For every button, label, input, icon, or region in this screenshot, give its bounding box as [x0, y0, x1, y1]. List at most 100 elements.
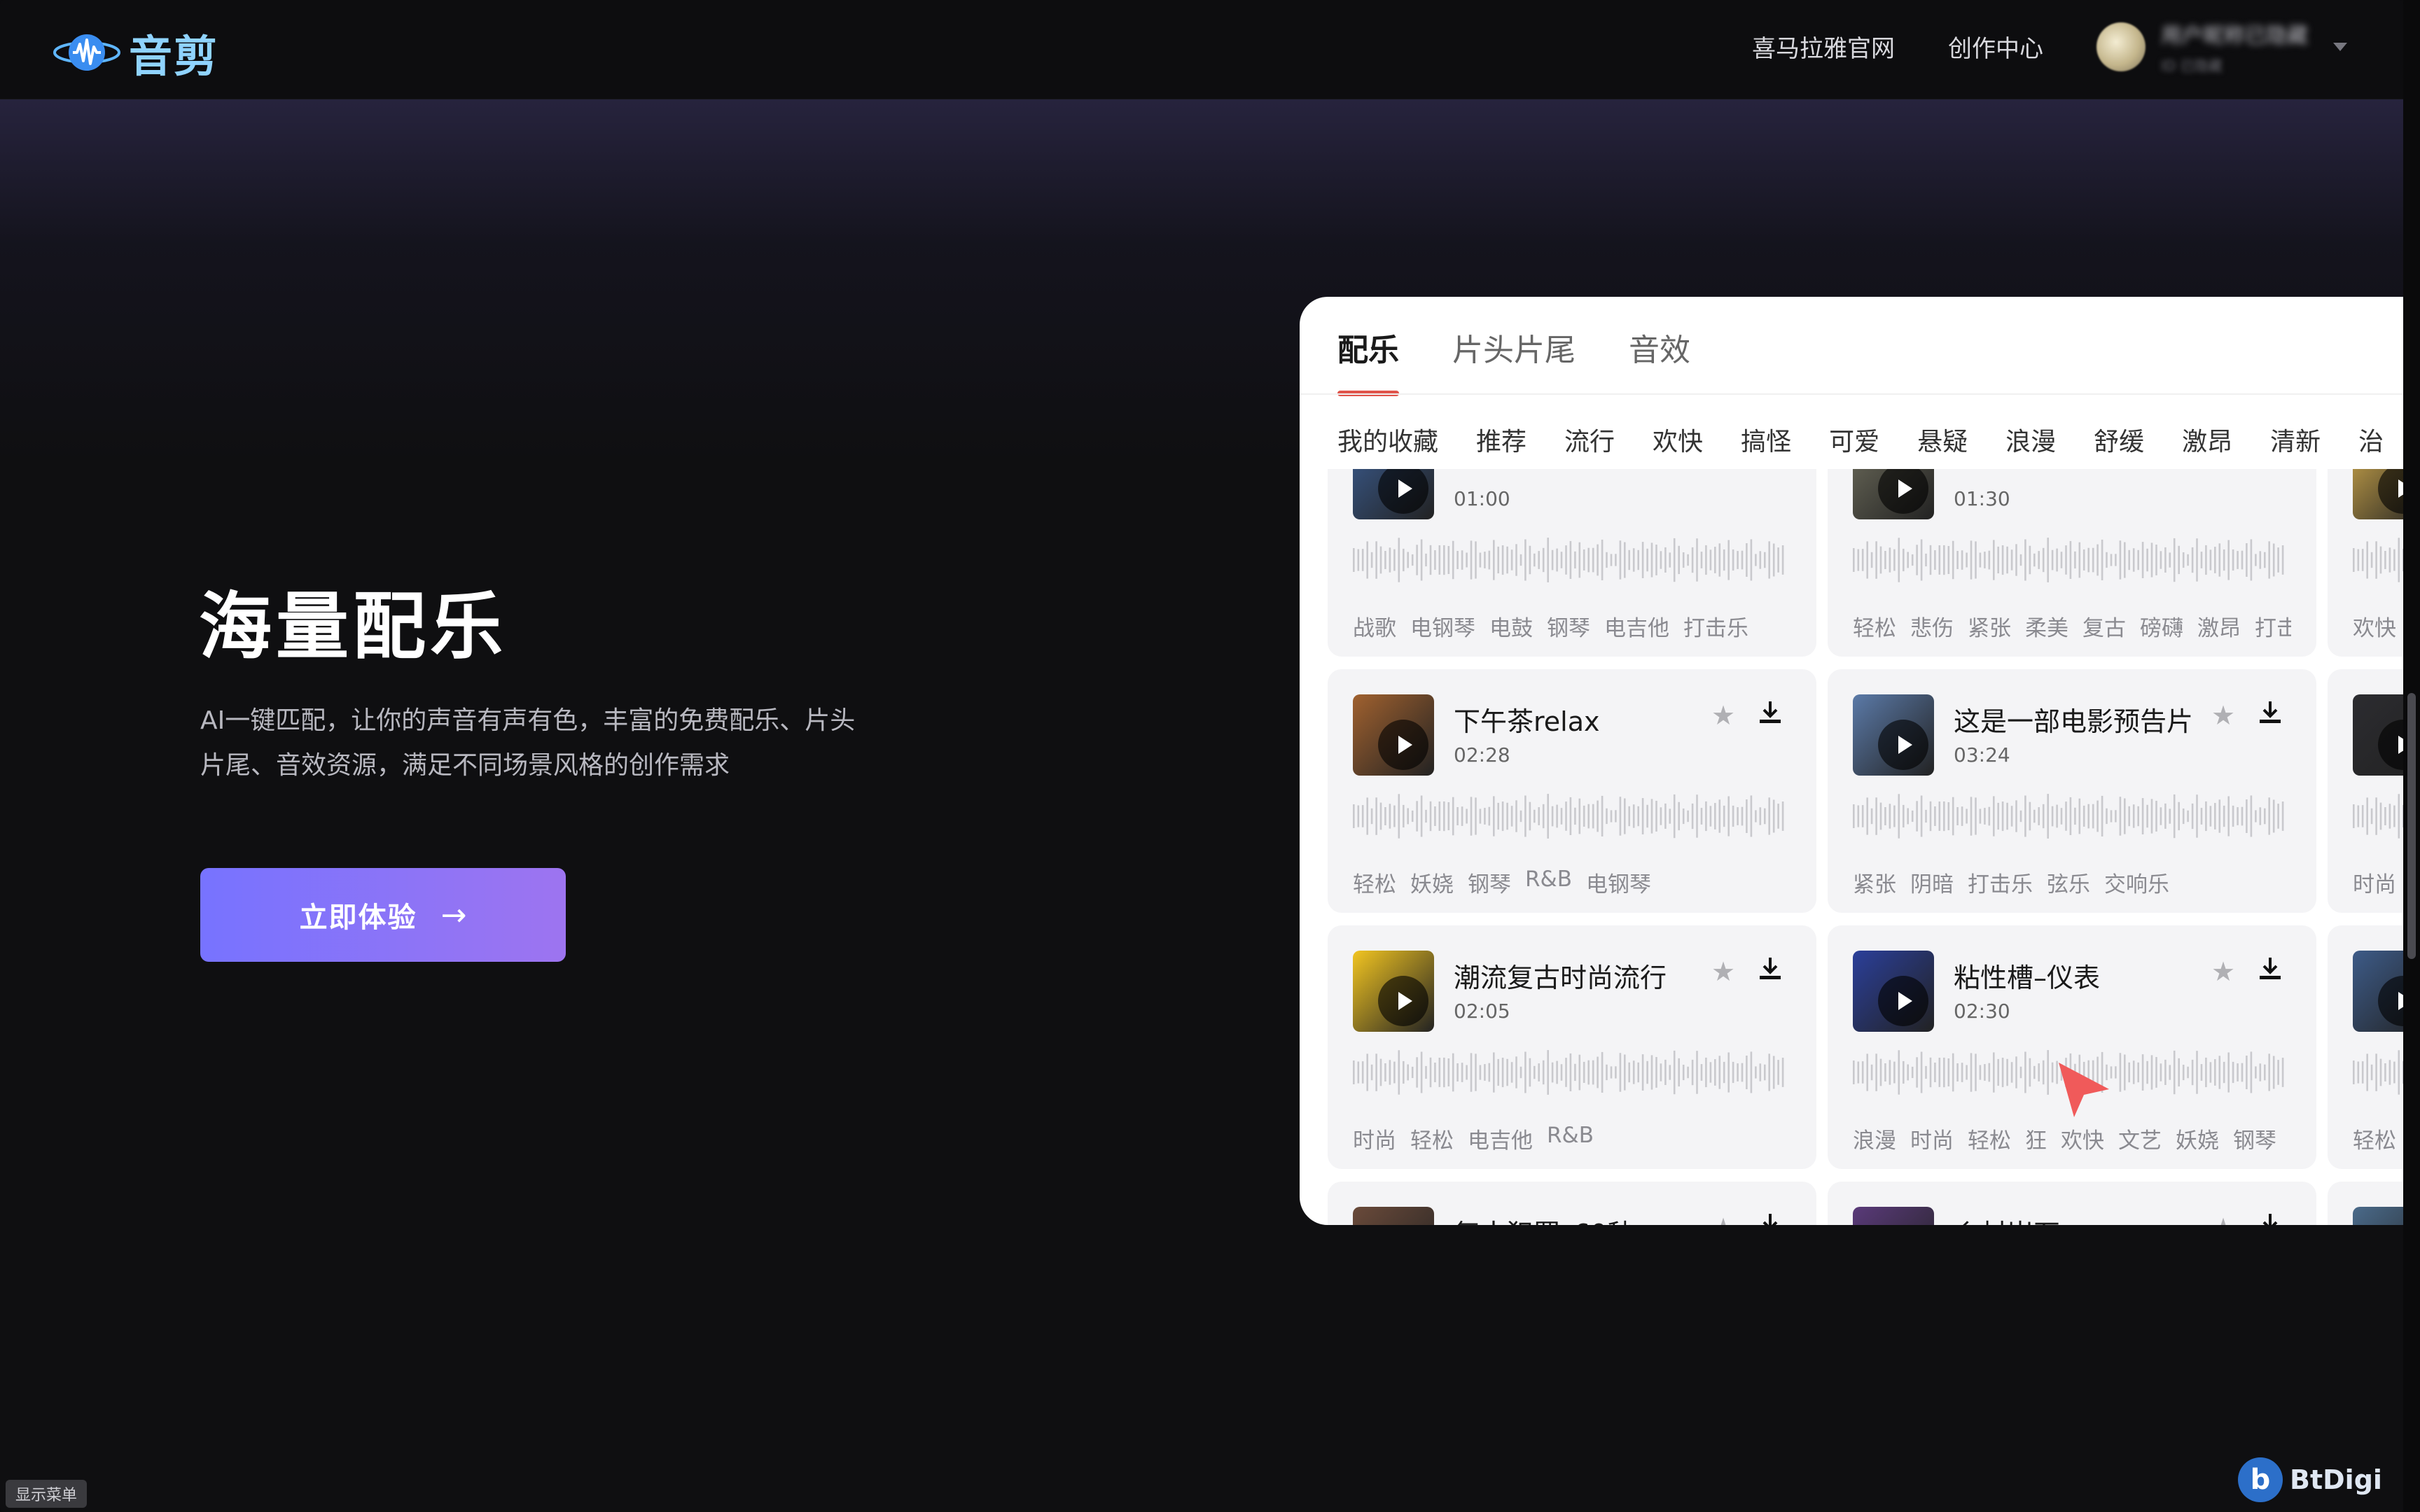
- tag[interactable]: 电吉他: [1604, 610, 1669, 642]
- star-icon[interactable]: ★: [1711, 700, 1735, 731]
- category-item[interactable]: 我的收藏: [1337, 421, 1438, 458]
- download-icon[interactable]: [2256, 469, 2284, 470]
- tab-music[interactable]: 配乐: [1337, 325, 1399, 396]
- tag[interactable]: 浪漫: [1853, 1123, 1896, 1154]
- tag[interactable]: 电钢琴: [1410, 610, 1475, 642]
- star-icon[interactable]: ★: [2211, 469, 2235, 475]
- tag[interactable]: 妖娆: [2176, 1123, 2219, 1154]
- category-item[interactable]: 可爱: [1829, 421, 1879, 458]
- track-cover[interactable]: [2353, 1207, 2403, 1225]
- tag[interactable]: 轻松: [1353, 867, 1396, 898]
- waveform[interactable]: [1353, 788, 1787, 844]
- track-card[interactable]: 01:00 ★ 战歌电钢琴电鼓钢琴电吉他打击乐: [1328, 469, 1816, 657]
- tag[interactable]: 电吉他: [1468, 1123, 1533, 1154]
- tag[interactable]: 钢琴: [1468, 867, 1511, 898]
- star-icon[interactable]: ★: [2211, 700, 2235, 731]
- star-icon[interactable]: ★: [1711, 956, 1735, 987]
- tag[interactable]: 欢快: [2061, 1123, 2104, 1154]
- tag[interactable]: 紧张: [1968, 610, 2011, 642]
- track-card[interactable]: ★: [2328, 1182, 2403, 1225]
- nav-creator-center[interactable]: 创作中心: [1948, 29, 2043, 64]
- tag[interactable]: 文艺: [2118, 1123, 2162, 1154]
- logo[interactable]: 音剪: [52, 21, 218, 84]
- track-grid-viewport[interactable]: 01:00★战歌电钢琴电鼓钢琴电吉他打击乐01:30★轻松悲伤紧张柔美复古磅礴激…: [1328, 469, 2403, 1225]
- download-icon[interactable]: [1756, 955, 1784, 983]
- tag[interactable]: 轻松: [2353, 1123, 2396, 1154]
- tag[interactable]: 妖娆: [1410, 867, 1454, 898]
- download-icon[interactable]: [2256, 955, 2284, 983]
- tag[interactable]: R&B: [1525, 867, 1572, 898]
- tag[interactable]: 时尚: [1353, 1123, 1396, 1154]
- play-icon[interactable]: [1378, 469, 1428, 514]
- waveform[interactable]: [2353, 788, 2403, 844]
- category-item[interactable]: 悬疑: [1917, 421, 1968, 458]
- track-card[interactable]: ★轻松: [2328, 925, 2403, 1169]
- track-cover[interactable]: [1853, 951, 1934, 1032]
- star-icon[interactable]: ★: [2211, 1212, 2235, 1225]
- play-icon[interactable]: [1878, 720, 1928, 770]
- star-icon[interactable]: ★: [1711, 469, 1735, 475]
- category-item[interactable]: 推荐: [1476, 421, 1527, 458]
- tag[interactable]: 电钢琴: [1586, 867, 1651, 898]
- try-now-button[interactable]: 立即体验 →: [200, 868, 566, 962]
- tag[interactable]: 紧张: [1853, 867, 1896, 898]
- track-card[interactable]: 复古犯罪–60秒 ★: [1328, 1182, 1816, 1225]
- track-cover[interactable]: [1353, 1207, 1434, 1225]
- waveform[interactable]: [1853, 532, 2287, 588]
- tag[interactable]: 悲伤: [1910, 610, 1954, 642]
- tag[interactable]: 轻松: [1853, 610, 1896, 642]
- tag[interactable]: 弦乐: [2047, 867, 2090, 898]
- track-card[interactable]: 粘性槽–仪表 02:30 ★ 浪漫 时尚 轻松狂欢快 文艺 妖娆 钢琴: [1828, 925, 2316, 1169]
- play-icon[interactable]: [2378, 720, 2403, 770]
- category-item[interactable]: 激昂: [2182, 421, 2232, 458]
- scrollbar-thumb[interactable]: [2407, 693, 2416, 959]
- track-cover[interactable]: [1853, 1207, 1934, 1225]
- track-card[interactable]: 下午茶relax 02:28 ★ 轻松 妖娆 钢琴 R&B 电钢琴: [1328, 669, 1816, 913]
- tag[interactable]: 打击乐: [1968, 867, 2033, 898]
- category-item[interactable]: 搞怪: [1741, 421, 1791, 458]
- download-icon[interactable]: [1756, 1211, 1784, 1225]
- chevron-down-icon[interactable]: [2333, 42, 2347, 51]
- tag[interactable]: 狂: [2025, 1123, 2047, 1154]
- play-icon[interactable]: [1378, 976, 1428, 1026]
- track-cover[interactable]: [2353, 951, 2403, 1032]
- track-card[interactable]: 乡村岩石 ★: [1828, 1182, 2316, 1225]
- play-icon[interactable]: [2378, 469, 2403, 514]
- tag[interactable]: 时尚: [1910, 1123, 1954, 1154]
- track-card[interactable]: 01:30 ★ 轻松悲伤紧张柔美复古磅礴激昂打击: [1828, 469, 2316, 657]
- waveform[interactable]: [1353, 532, 1787, 588]
- category-item[interactable]: 清新: [2270, 421, 2321, 458]
- track-cover[interactable]: [1353, 951, 1434, 1032]
- track-card[interactable]: 这是一部电影预告片 03:24 ★ 紧张 阴暗 打击乐 弦乐 交响乐: [1828, 669, 2316, 913]
- tag[interactable]: 交响乐: [2104, 867, 2169, 898]
- tag[interactable]: 打击: [2255, 610, 2291, 642]
- category-item[interactable]: 舒缓: [2094, 421, 2144, 458]
- download-icon[interactable]: [1756, 469, 1784, 470]
- star-icon[interactable]: ★: [2211, 956, 2235, 987]
- tag[interactable]: 磅礴: [2140, 610, 2183, 642]
- tab-intro-outro[interactable]: 片头片尾: [1452, 325, 1576, 396]
- tag[interactable]: 欢快: [2353, 610, 2396, 642]
- show-menu-button[interactable]: 显示菜单: [6, 1480, 88, 1508]
- play-icon[interactable]: [1878, 976, 1928, 1026]
- waveform[interactable]: [2353, 532, 2403, 588]
- avatar[interactable]: [2096, 22, 2146, 71]
- play-icon[interactable]: [1378, 720, 1428, 770]
- waveform[interactable]: [1353, 1044, 1787, 1100]
- track-cover[interactable]: [2353, 469, 2403, 519]
- tab-sound-effects[interactable]: 音效: [1629, 325, 1690, 396]
- tag[interactable]: 复古: [2082, 610, 2126, 642]
- tag[interactable]: 钢琴: [2233, 1123, 2276, 1154]
- track-cover[interactable]: [1353, 694, 1434, 776]
- download-icon[interactable]: [2256, 699, 2284, 727]
- tag[interactable]: 战歌: [1353, 610, 1396, 642]
- track-cover[interactable]: [1853, 469, 1934, 519]
- tag[interactable]: R&B: [1547, 1123, 1594, 1154]
- tag[interactable]: 打击乐: [1683, 610, 1748, 642]
- category-item[interactable]: 流行: [1564, 421, 1615, 458]
- tag[interactable]: 阴暗: [1910, 867, 1954, 898]
- category-item[interactable]: 浪漫: [2005, 421, 2056, 458]
- waveform[interactable]: [2353, 1044, 2403, 1100]
- nav-ximalaya-site[interactable]: 喜马拉雅官网: [1752, 29, 1895, 64]
- tag[interactable]: 电鼓: [1489, 610, 1533, 642]
